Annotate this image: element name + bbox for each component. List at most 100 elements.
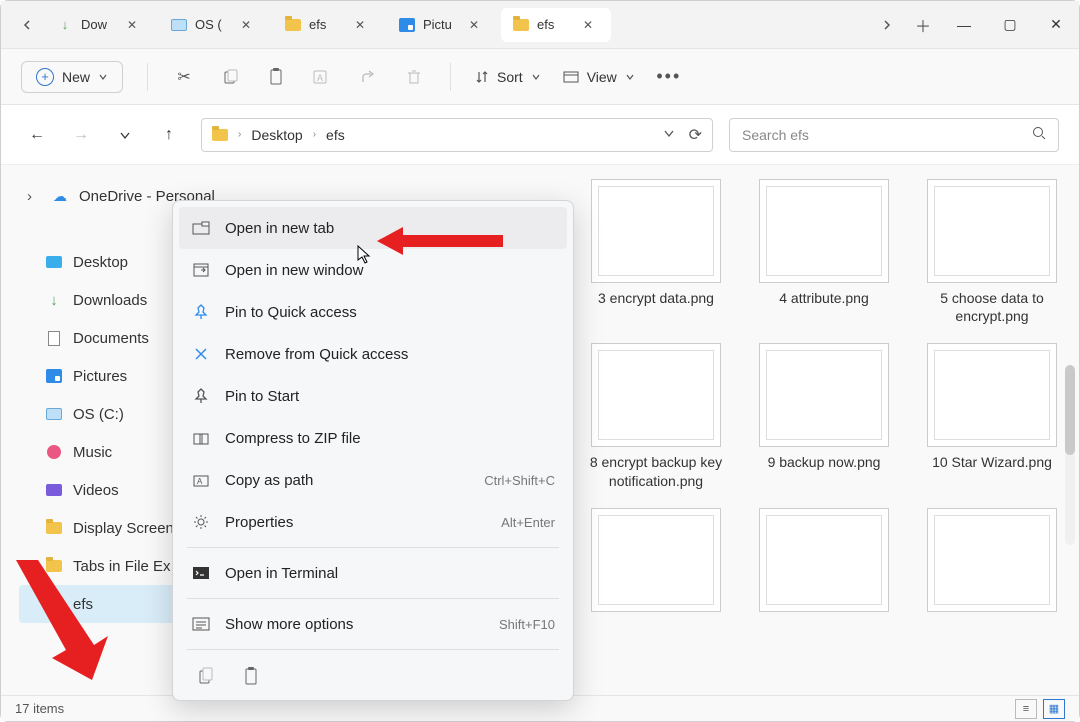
file-item[interactable]: 9 backup now.png — [749, 343, 899, 489]
file-item[interactable] — [581, 508, 731, 618]
context-menu-label: Properties — [225, 514, 293, 531]
file-item[interactable]: 3 encrypt data.png — [581, 179, 731, 325]
file-label: 4 attribute.png — [779, 289, 869, 307]
context-menu-remove-from-quick-access[interactable]: Remove from Quick access — [179, 333, 567, 375]
recent-button[interactable] — [109, 119, 141, 151]
svg-text:A: A — [197, 477, 203, 486]
cut-icon[interactable]: ✂ — [172, 65, 196, 89]
sidebar-item-icon — [45, 519, 63, 537]
window-controls: — ▢ ✕ — [941, 5, 1079, 45]
more-icon — [191, 614, 211, 634]
context-menu-copy-as-path[interactable]: ACopy as pathCtrl+Shift+C — [179, 459, 567, 501]
up-button[interactable]: ↑ — [153, 119, 185, 151]
tab-close-icon[interactable]: ✕ — [355, 18, 371, 32]
paste-icon[interactable] — [237, 662, 265, 690]
share-icon[interactable] — [356, 65, 380, 89]
terminal-icon — [191, 563, 211, 583]
context-menu-open-in-terminal[interactable]: Open in Terminal — [179, 552, 567, 594]
tab-close-icon[interactable]: ✕ — [583, 18, 599, 32]
open-tab-icon — [191, 218, 211, 238]
context-menu-label: Open in Terminal — [225, 565, 338, 582]
minimize-button[interactable]: — — [941, 5, 987, 45]
delete-icon[interactable] — [402, 65, 426, 89]
forward-button[interactable]: → — [65, 119, 97, 151]
context-menu-label: Remove from Quick access — [225, 346, 408, 363]
file-label: 10 Star Wizard.png — [932, 453, 1052, 471]
context-menu-open-in-new-tab[interactable]: Open in new tab — [179, 207, 567, 249]
new-button[interactable]: + New — [21, 61, 123, 93]
file-item[interactable]: 10 Star Wizard.png — [917, 343, 1067, 489]
context-menu-pin-to-quick-access[interactable]: Pin to Quick access — [179, 291, 567, 333]
context-menu-compress-to-zip-file[interactable]: Compress to ZIP file — [179, 417, 567, 459]
file-thumbnail — [759, 179, 889, 283]
file-label: 9 backup now.png — [768, 453, 881, 471]
file-label: 8 encrypt backup key notification.png — [581, 453, 731, 489]
context-menu-pin-to-start[interactable]: Pin to Start — [179, 375, 567, 417]
view-button[interactable]: View — [563, 69, 635, 85]
more-button[interactable]: ••• — [657, 65, 681, 89]
cursor-pointer — [357, 245, 373, 270]
context-menu-shortcut: Shift+F10 — [499, 617, 555, 632]
scrollbar[interactable] — [1065, 365, 1075, 545]
tab-close-icon[interactable]: ✕ — [127, 18, 143, 32]
sort-button[interactable]: Sort — [475, 69, 541, 85]
new-tab-button[interactable]: ＋ — [905, 10, 941, 40]
tab-close-icon[interactable]: ✕ — [241, 18, 257, 32]
plus-icon: + — [36, 68, 54, 86]
sidebar-item-label: Desktop — [73, 254, 128, 271]
open-window-icon — [191, 260, 211, 280]
file-item[interactable]: 5 choose data to encrypt.png — [917, 179, 1067, 325]
tab-icon — [513, 17, 529, 33]
chevron-right-icon: › — [27, 188, 41, 205]
address-dropdown-icon[interactable] — [663, 125, 675, 145]
context-menu-label: Copy as path — [225, 472, 313, 489]
tab-pictu[interactable]: Pictu ✕ — [387, 8, 497, 42]
tab-label: Pictu — [423, 17, 461, 32]
tab-efs[interactable]: efs✕ — [273, 8, 383, 42]
context-menu-show-more-options[interactable]: Show more optionsShift+F10 — [179, 603, 567, 645]
item-count: 17 items — [15, 701, 64, 716]
tab-dow[interactable]: ↓Dow✕ — [45, 8, 155, 42]
file-thumbnail — [759, 343, 889, 447]
tab-efs[interactable]: efs✕ — [501, 8, 611, 42]
sidebar-item-label: Videos — [73, 482, 119, 499]
crumb-desktop[interactable]: Desktop — [251, 127, 302, 143]
scroll-thumb[interactable] — [1065, 365, 1075, 455]
file-item[interactable] — [917, 508, 1067, 618]
file-thumbnail — [927, 179, 1057, 283]
tab-close-icon[interactable]: ✕ — [469, 18, 485, 32]
context-menu-properties[interactable]: Properties Alt+Enter — [179, 501, 567, 543]
paste-icon[interactable] — [264, 65, 288, 89]
refresh-icon[interactable]: ⟳ — [689, 125, 702, 145]
tab-scroll-right[interactable] — [869, 10, 905, 40]
context-menu-shortcut: Alt+Enter — [501, 515, 555, 530]
file-item[interactable]: 4 attribute.png — [749, 179, 899, 325]
copy-icon[interactable] — [191, 662, 219, 690]
address-box[interactable]: › Desktop › efs ⟳ — [201, 118, 713, 152]
sidebar-item-label: OS (C:) — [73, 406, 124, 423]
context-menu-label: Pin to Start — [225, 388, 299, 405]
sidebar-item-icon — [45, 443, 63, 461]
file-thumbnail — [591, 508, 721, 612]
close-button[interactable]: ✕ — [1033, 5, 1079, 45]
annotation-arrow-1 — [377, 223, 507, 264]
thumbnails-view-toggle[interactable]: ▦ — [1043, 699, 1065, 719]
sidebar-item-label: Music — [73, 444, 112, 461]
tab-scroll-left[interactable] — [9, 10, 45, 40]
search-input[interactable]: Search efs — [729, 118, 1059, 152]
unpin-icon — [191, 344, 211, 364]
file-item[interactable]: 8 encrypt backup key notification.png — [581, 343, 731, 489]
sidebar-item-icon — [45, 329, 63, 347]
tab-os ([interactable]: OS (✕ — [159, 8, 269, 42]
crumb-efs[interactable]: efs — [326, 127, 345, 143]
back-button[interactable]: ← — [21, 119, 53, 151]
rename-icon[interactable]: A — [310, 65, 334, 89]
maximize-button[interactable]: ▢ — [987, 5, 1033, 45]
file-item[interactable] — [749, 508, 899, 618]
file-thumbnail — [591, 179, 721, 283]
context-menu-separator — [187, 547, 559, 548]
details-view-toggle[interactable]: ≡ — [1015, 699, 1037, 719]
copy-icon[interactable] — [218, 65, 242, 89]
tab-icon — [399, 17, 415, 33]
context-menu-open-in-new-window[interactable]: Open in new window — [179, 249, 567, 291]
